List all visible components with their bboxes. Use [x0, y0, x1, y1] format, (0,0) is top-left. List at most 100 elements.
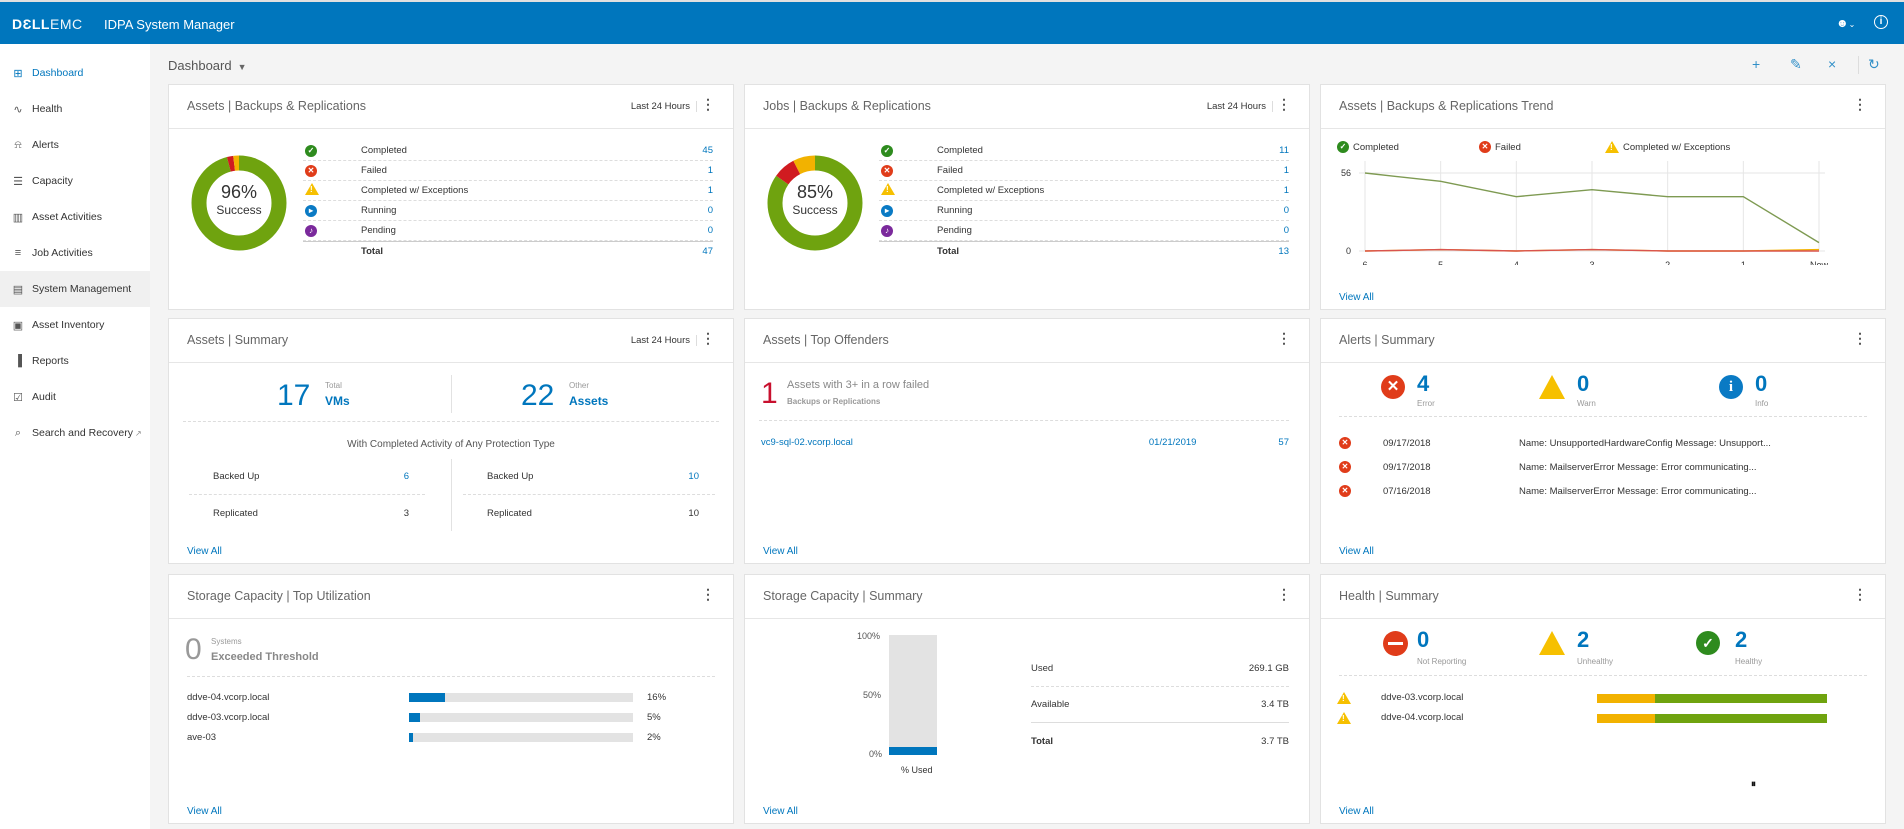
success-percent: 96% [220, 182, 258, 202]
axis-label-100: 100% [857, 631, 881, 641]
healthy-count[interactable]: 2 [1735, 627, 1747, 653]
card-menu-icon[interactable]: ⋮ [1853, 587, 1867, 601]
utilization-row[interactable]: ave-03 2% [187, 729, 715, 749]
dashboard-selector[interactable]: Dashboard ▼ [168, 58, 247, 73]
card-menu-icon[interactable]: ⋮ [1853, 97, 1867, 111]
status-row[interactable]: Completed w/ Exceptions 1 [303, 181, 713, 201]
unhealthy-count[interactable]: 2 [1577, 627, 1589, 653]
view-all-link[interactable]: View All [763, 546, 798, 557]
status-row[interactable]: Completed w/ Exceptions 1 [879, 181, 1289, 201]
card-menu-icon[interactable]: ⋮ [1277, 331, 1291, 345]
card-menu-icon[interactable]: ⋮ [701, 331, 715, 345]
info-count[interactable]: 0 [1755, 371, 1767, 397]
status-value[interactable]: 1 [673, 165, 713, 176]
healthy-label: Healthy [1735, 657, 1763, 666]
status-value[interactable]: 1 [1249, 185, 1289, 196]
legend-exceptions[interactable]: Completed w/ Exceptions [1605, 141, 1730, 153]
error-count[interactable]: 4 [1417, 371, 1429, 397]
activity-row[interactable]: Replicated 3 [189, 495, 425, 531]
dashboard-icon: ⊞ [13, 67, 23, 80]
view-all-link[interactable]: View All [187, 806, 222, 817]
sidebar-item-dashboard[interactable]: ⊞ Dashboard [0, 55, 150, 91]
sidebar-item-asset-activities[interactable]: ▥ Asset Activities [0, 199, 150, 235]
status-value[interactable]: 1 [1249, 165, 1289, 176]
sidebar-item-alerts[interactable]: ⍾ Alerts [0, 127, 150, 163]
status-row[interactable]: ✕ Failed 1 [303, 161, 713, 181]
pause-icon[interactable]: ⏸ [1751, 779, 1756, 790]
status-icon-cell: ✓ [303, 144, 361, 157]
view-all-link[interactable]: View All [187, 546, 222, 557]
pending-icon: ♪ [881, 224, 893, 237]
sidebar-item-search-and-recovery[interactable]: ⌕ Search and Recovery ↗ [0, 415, 150, 451]
edit-dashboard-button[interactable]: ✎ [1790, 56, 1802, 73]
health-row[interactable]: ddve-04.vcorp.local [1337, 709, 1869, 729]
close-dashboard-button[interactable]: × [1828, 56, 1836, 72]
status-value[interactable]: 11 [1249, 145, 1289, 156]
activity-row[interactable]: Backed Up 10 [463, 459, 715, 495]
sidebar-item-reports[interactable]: ▐ Reports [0, 343, 150, 379]
status-value[interactable]: 45 [673, 145, 713, 156]
status-row[interactable]: ♪ Pending 0 [879, 221, 1289, 241]
card-menu-icon[interactable]: ⋮ [1853, 331, 1867, 345]
systems-label: Systems [211, 637, 242, 646]
status-value[interactable]: 0 [673, 205, 713, 216]
capacity-row: Available 3.4 TB [1031, 687, 1289, 723]
not-reporting-count[interactable]: 0 [1417, 627, 1429, 653]
sidebar-item-capacity[interactable]: ☰ Capacity [0, 163, 150, 199]
offender-asset-link[interactable]: vc9-sql-02.vcorp.local [761, 437, 853, 448]
health-row[interactable]: ddve-03.vcorp.local [1337, 689, 1869, 709]
view-all-link[interactable]: View All [763, 806, 798, 817]
add-widget-button[interactable]: + [1752, 56, 1760, 72]
system-name: ave-03 [187, 732, 217, 743]
time-range-selector[interactable]: Last 24 Hours [1207, 101, 1273, 112]
status-value[interactable]: 0 [1249, 225, 1289, 236]
status-value[interactable]: 1 [673, 185, 713, 196]
sidebar-item-asset-inventory[interactable]: ▣ Asset Inventory [0, 307, 150, 343]
view-all-link[interactable]: View All [1339, 292, 1374, 303]
alert-row[interactable]: ✕ 09/17/2018 Name: UnsupportedHardwareConf… [1339, 431, 1867, 455]
time-range-selector[interactable]: Last 24 Hours [631, 335, 697, 346]
time-range-selector[interactable]: Last 24 Hours [631, 101, 697, 112]
card-menu-icon[interactable]: ⋮ [1277, 587, 1291, 601]
utilization-row[interactable]: ddve-04.vcorp.local 16% [187, 689, 715, 709]
status-row[interactable]: ✓ Completed 11 [879, 141, 1289, 161]
activity-row[interactable]: Replicated 10 [463, 495, 715, 531]
legend-completed[interactable]: ✓ Completed [1337, 141, 1399, 153]
alert-row[interactable]: ✕ 07/16/2018 Name: MailserverError Message… [1339, 479, 1867, 503]
utilization-bar [409, 733, 633, 742]
refresh-button[interactable]: ↻ [1868, 56, 1880, 73]
toolbar-divider [1858, 56, 1859, 74]
status-value[interactable]: 0 [673, 225, 713, 236]
status-value[interactable]: 0 [1249, 205, 1289, 216]
card-menu-icon[interactable]: ⋮ [1277, 97, 1291, 111]
offender-row[interactable]: vc9-sql-02.vcorp.local 01/21/2019 57 [761, 437, 1289, 448]
sidebar-item-health[interactable]: ∿ Health [0, 91, 150, 127]
total-value[interactable]: 13 [1249, 246, 1289, 257]
view-all-link[interactable]: View All [1339, 806, 1374, 817]
activity-value[interactable]: 10 [688, 471, 699, 482]
status-row[interactable]: ▸ Running 0 [879, 201, 1289, 221]
utilization-row[interactable]: ddve-03.vcorp.local 5% [187, 709, 715, 729]
status-row[interactable]: ♪ Pending 0 [303, 221, 713, 241]
sidebar-item-job-activities[interactable]: ≡ Job Activities [0, 235, 150, 271]
user-menu-button[interactable]: ☻⌄ [1836, 16, 1855, 30]
warn-count[interactable]: 0 [1577, 371, 1589, 397]
activity-value[interactable]: 10 [688, 508, 699, 519]
activity-row[interactable]: Backed Up 6 [189, 459, 425, 495]
info-icon[interactable]: i [1874, 15, 1888, 29]
activity-value[interactable]: 6 [404, 471, 409, 482]
legend-failed[interactable]: ✕ Failed [1479, 141, 1521, 153]
view-all-link[interactable]: View All [1339, 546, 1374, 557]
status-row[interactable]: ✕ Failed 1 [879, 161, 1289, 181]
alert-row[interactable]: ✕ 09/17/2018 Name: MailserverError Message… [1339, 455, 1867, 479]
total-value[interactable]: 47 [673, 246, 713, 257]
activity-value[interactable]: 3 [404, 508, 409, 519]
sidebar-item-system-management[interactable]: ▤ System Management [0, 271, 150, 307]
status-row[interactable]: ✓ Completed 45 [303, 141, 713, 161]
top-offenders-card: Assets | Top Offenders ⋮ 1 Assets with 3… [744, 318, 1310, 564]
divider [451, 459, 452, 531]
status-row[interactable]: ▸ Running 0 [303, 201, 713, 221]
sidebar-item-audit[interactable]: ☑ Audit [0, 379, 150, 415]
card-menu-icon[interactable]: ⋮ [701, 587, 715, 601]
card-menu-icon[interactable]: ⋮ [701, 97, 715, 111]
